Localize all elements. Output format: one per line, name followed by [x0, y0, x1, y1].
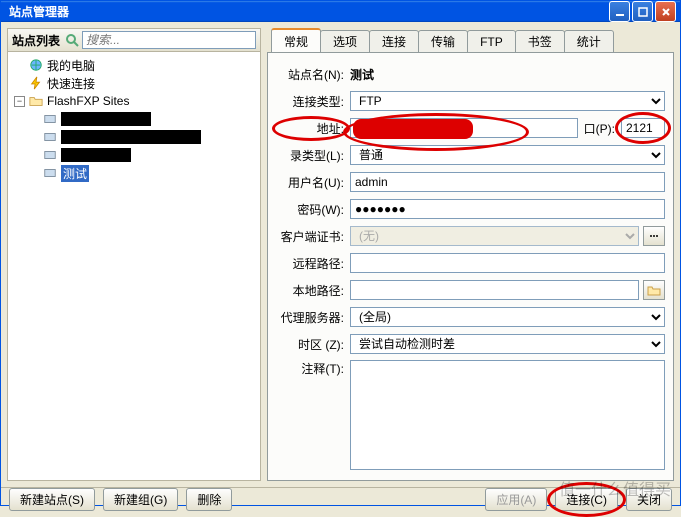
site-icon	[42, 129, 58, 145]
site-icon	[42, 147, 58, 163]
user-label: 用户名(U):	[276, 174, 346, 191]
dots-icon	[648, 230, 660, 242]
conntype-label: 连接类型:	[276, 93, 346, 110]
folder-icon	[647, 284, 661, 296]
folder-open-icon	[28, 93, 44, 109]
footer: 新建站点(S) 新建组(G) 删除 应用(A) 连接(C) 关闭	[1, 487, 680, 511]
localpath-field[interactable]	[350, 280, 639, 300]
newsite-button[interactable]: 新建站点(S)	[9, 488, 95, 511]
cert-label: 客户端证书:	[276, 228, 346, 245]
logintype-label: 录类型(L):	[276, 147, 346, 164]
user-field[interactable]	[350, 172, 665, 192]
tree-node-mycomputer[interactable]: 我的电脑	[12, 56, 256, 74]
newgroup-button[interactable]: 新建组(G)	[103, 488, 178, 511]
redacted-label	[61, 112, 151, 126]
localpath-browse-button[interactable]	[643, 280, 665, 300]
tab-panel-general: 站点名(N): 测试 连接类型: FTP 地址: 口(P): 录类型(L	[267, 52, 674, 481]
localpath-label: 本地路径:	[276, 282, 346, 299]
tree-node-quick[interactable]: 快速连接	[12, 74, 256, 92]
conntype-select[interactable]: FTP	[350, 91, 665, 111]
left-panel: 站点列表 我的电脑 快速连接 −	[7, 28, 261, 481]
right-panel: 常规 选项 连接 传输 FTP 书签 统计 站点名(N): 测试 连接类型: F…	[267, 28, 674, 481]
address-field[interactable]	[350, 118, 578, 138]
bolt-icon	[28, 75, 44, 91]
site-icon	[42, 111, 58, 127]
pass-field[interactable]	[350, 199, 665, 219]
tab-general[interactable]: 常规	[271, 28, 321, 52]
redacted-label	[61, 148, 131, 162]
proxy-select[interactable]: (全局)	[350, 307, 665, 327]
sitename-label: 站点名(N):	[276, 66, 346, 83]
delete-button[interactable]: 删除	[186, 488, 232, 511]
remotepath-field[interactable]	[350, 253, 665, 273]
site-icon	[42, 165, 58, 181]
tab-bookmarks[interactable]: 书签	[515, 30, 565, 52]
globe-icon	[28, 57, 44, 73]
proxy-label: 代理服务器:	[276, 309, 346, 326]
search-icon	[64, 32, 80, 48]
remotepath-label: 远程路径:	[276, 255, 346, 272]
search-input[interactable]	[82, 31, 256, 49]
tab-options[interactable]: 选项	[320, 30, 370, 52]
tree-node-selected[interactable]: 测试	[12, 164, 256, 182]
tree-node-redacted[interactable]	[12, 146, 256, 164]
apply-button[interactable]: 应用(A)	[485, 488, 547, 511]
close-button-footer[interactable]: 关闭	[626, 488, 672, 511]
notes-field[interactable]	[350, 360, 665, 470]
sidebar-title: 站点列表	[12, 32, 60, 49]
address-label: 地址:	[276, 120, 346, 137]
window: 站点管理器 站点列表 我的电脑	[0, 0, 681, 506]
tab-transfer[interactable]: 传输	[418, 30, 468, 52]
sitename-value: 测试	[350, 66, 374, 83]
sidebar-header: 站点列表	[7, 28, 261, 52]
redacted-address	[353, 119, 473, 139]
pass-label: 密码(W):	[276, 201, 346, 218]
tz-label: 时区 (Z):	[276, 336, 346, 353]
connect-button[interactable]: 连接(C)	[555, 488, 618, 511]
cert-browse-button[interactable]	[643, 226, 665, 246]
collapse-icon[interactable]: −	[14, 96, 25, 107]
tree-node-redacted[interactable]	[12, 110, 256, 128]
titlebar[interactable]: 站点管理器	[1, 1, 680, 22]
port-label: 口(P):	[582, 120, 617, 137]
tab-bar: 常规 选项 连接 传输 FTP 书签 统计	[267, 28, 674, 52]
cert-select: (无)	[350, 226, 639, 246]
redacted-label	[61, 130, 201, 144]
tab-ftp[interactable]: FTP	[467, 30, 516, 52]
notes-label: 注释(T):	[276, 360, 346, 377]
minimize-button[interactable]	[609, 1, 630, 22]
logintype-select[interactable]: 普通	[350, 145, 665, 165]
tab-stats[interactable]: 统计	[564, 30, 614, 52]
tz-select[interactable]: 尝试自动检测时差	[350, 334, 665, 354]
tab-connection[interactable]: 连接	[369, 30, 419, 52]
window-title: 站点管理器	[5, 3, 609, 20]
site-tree[interactable]: 我的电脑 快速连接 − FlashFXP Sites	[7, 52, 261, 481]
close-button[interactable]	[655, 1, 676, 22]
tree-node-sites[interactable]: − FlashFXP Sites	[12, 92, 256, 110]
port-field[interactable]	[621, 118, 665, 138]
tree-node-redacted[interactable]	[12, 128, 256, 146]
maximize-button[interactable]	[632, 1, 653, 22]
